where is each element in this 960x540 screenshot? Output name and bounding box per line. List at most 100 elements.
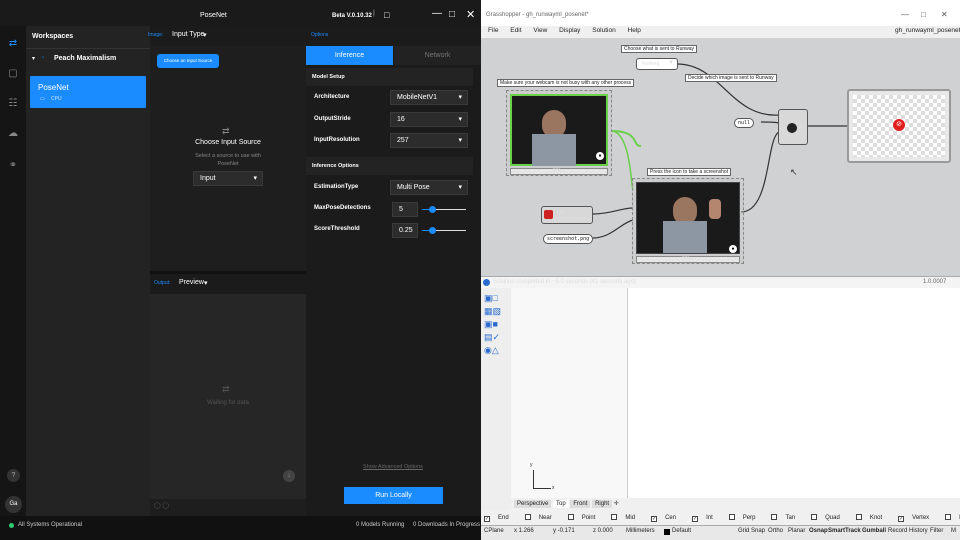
osnap-label: Int xyxy=(706,515,713,521)
menu-file[interactable]: File xyxy=(488,27,498,34)
network-icon[interactable]: ☷ xyxy=(0,98,26,109)
tab-perspective[interactable]: Perspective xyxy=(514,500,552,508)
osnap-int[interactable]: ✓ Int xyxy=(692,515,721,522)
tab-right[interactable]: Right xyxy=(592,500,613,508)
checkbox-icon[interactable] xyxy=(524,514,531,520)
image-viewer-node[interactable]: ⊘ xyxy=(847,89,951,163)
help-icon[interactable]: ? xyxy=(7,469,20,482)
maximize-icon[interactable]: □ xyxy=(449,9,455,20)
osnap-cen[interactable]: ✓ Cen xyxy=(651,515,684,522)
chevron-down-icon[interactable]: ▾ xyxy=(204,279,208,287)
osnap-end[interactable]: ✓ End xyxy=(484,515,517,522)
chevron-down-icon[interactable]: ▼ xyxy=(668,60,674,66)
checkbox-icon[interactable] xyxy=(771,514,778,520)
swap-icon[interactable]: ⇄ xyxy=(0,38,26,49)
settings-icon[interactable]: ◯ ◯ xyxy=(154,502,169,509)
osnap-perp[interactable]: Perp xyxy=(728,514,764,521)
filter-toggle[interactable]: Filter xyxy=(930,528,943,534)
maxpose-slider-handle[interactable] xyxy=(429,206,436,213)
osnap-knot[interactable]: Knot xyxy=(855,514,890,521)
osnap-quad[interactable]: Quad xyxy=(811,514,848,521)
osnap-toggle[interactable]: Osnap xyxy=(809,528,828,534)
more-toggle[interactable]: M xyxy=(951,528,956,534)
layer-name[interactable]: Default xyxy=(672,528,691,534)
download-icon[interactable]: ↓ xyxy=(283,470,295,482)
checkbox-icon[interactable]: ✓ xyxy=(898,516,905,522)
link-icon[interactable]: ⚭ xyxy=(0,160,26,171)
scorethreshold-label: ScoreThreshold xyxy=(314,226,360,232)
run-locally-button[interactable]: Run Locally xyxy=(344,487,443,504)
chevron-down-icon[interactable]: ▾ xyxy=(203,31,207,39)
checkbox-icon[interactable] xyxy=(945,514,952,520)
osnap-mid[interactable]: Mid xyxy=(611,514,643,521)
checkbox-icon[interactable]: ✓ xyxy=(484,516,490,522)
menu-edit[interactable]: Edit xyxy=(510,27,521,34)
osnap-tan[interactable]: Tan xyxy=(771,514,803,521)
checkbox-icon[interactable] xyxy=(567,514,574,520)
runway-component[interactable]: DSRI W xyxy=(778,109,808,145)
tool-icons[interactable]: ▣□ ▦▧ ▣■ ▤✓ ◉△ xyxy=(484,292,501,357)
minimize-icon[interactable]: — xyxy=(432,8,442,19)
ortho-toggle[interactable]: Ortho xyxy=(768,528,783,534)
screenshot-group[interactable]: ● 30fps xyxy=(632,178,744,264)
checkbox-icon[interactable] xyxy=(811,514,818,520)
architecture-select[interactable]: MobileNetV1 ▾ xyxy=(390,90,468,105)
cube-icon[interactable]: ▢ xyxy=(0,68,26,79)
gh-canvas[interactable]: Choose what is sent to Runway Nothing ▼ … xyxy=(481,38,960,276)
menu-solution[interactable]: Solution xyxy=(592,27,616,34)
camera-icon[interactable]: ● xyxy=(729,245,737,253)
maxposedetections-input[interactable]: 5 xyxy=(392,202,418,217)
osnap-vertex[interactable]: ✓ Vertex xyxy=(898,515,937,522)
scorethreshold-input[interactable]: 0.25 xyxy=(392,223,418,238)
cloud-upload-icon[interactable]: ☁ xyxy=(0,128,26,139)
model-card-posenet[interactable]: PoseNet ▭ CPU xyxy=(30,76,146,108)
osnap-near[interactable]: Near xyxy=(524,514,560,521)
checkbox-icon[interactable] xyxy=(728,514,735,520)
record-history-toggle[interactable]: Record History xyxy=(888,528,928,534)
menu-display[interactable]: Display xyxy=(559,27,580,34)
output-type-select[interactable]: Preview xyxy=(179,279,204,286)
workspace-name[interactable]: Peach Maximalism xyxy=(54,55,116,62)
webcam-group[interactable]: ● 20fps xyxy=(506,90,612,176)
camera-icon[interactable]: ● xyxy=(596,152,604,160)
inputresolution-select[interactable]: 257 ▾ xyxy=(390,133,468,148)
runway-window: PoseNet Beta V.0.10.32 | □ — □ ✕ ⇄ ▢ ☷ ☁… xyxy=(0,0,481,540)
screenshot-panel[interactable]: screenshot.png xyxy=(543,234,594,244)
maximize-icon[interactable]: □ xyxy=(921,10,926,19)
units: Millimeters xyxy=(626,528,655,534)
close-icon[interactable]: ✕ xyxy=(466,8,475,21)
estimationtype-select[interactable]: Multi Pose ▾ xyxy=(390,180,468,195)
null-panel[interactable]: null xyxy=(734,118,755,128)
gumball-toggle[interactable]: Gumball xyxy=(862,528,886,534)
input-type-select[interactable]: Input Type xyxy=(172,31,205,38)
tab-inference[interactable]: Inference xyxy=(306,46,393,65)
osnap-project[interactable]: Project xyxy=(945,514,960,521)
outputstride-select[interactable]: 16 ▾ xyxy=(390,112,468,127)
checkbox-icon[interactable] xyxy=(611,514,618,520)
expand-icon[interactable]: ▾ xyxy=(32,55,35,62)
osnap-point[interactable]: Point xyxy=(567,514,604,521)
file-path-node[interactable]: cat definitionfolder xyxy=(541,206,593,224)
tab-front[interactable]: Front xyxy=(570,500,591,508)
tab-top[interactable]: Top xyxy=(553,500,569,508)
add-viewport-icon[interactable]: ✛ xyxy=(614,501,619,507)
planar-toggle[interactable]: Planar xyxy=(788,528,805,534)
chevron-down-icon: ▾ xyxy=(458,116,462,123)
rhino-viewport[interactable] xyxy=(628,288,960,498)
input-source-select[interactable]: Input ▾ xyxy=(193,171,263,186)
smarttrack-toggle[interactable]: SmartTrack xyxy=(828,528,861,534)
value-list-node[interactable]: Nothing ▼ xyxy=(636,58,678,70)
menu-view[interactable]: View xyxy=(533,27,547,34)
show-advanced-link[interactable]: Show Advanced Options xyxy=(363,464,423,470)
checkbox-icon[interactable] xyxy=(855,514,862,520)
chat-icon[interactable]: □ xyxy=(384,10,389,20)
grid-snap-toggle[interactable]: Grid Snap xyxy=(738,528,765,534)
checkbox-icon[interactable]: ✓ xyxy=(692,516,699,522)
minimize-icon[interactable]: — xyxy=(901,10,909,19)
menu-help[interactable]: Help xyxy=(628,27,641,34)
avatar[interactable]: Ga xyxy=(5,496,22,513)
checkbox-icon[interactable]: ✓ xyxy=(651,516,658,522)
close-icon[interactable]: ✕ xyxy=(941,10,948,19)
tab-network[interactable]: Network xyxy=(394,46,481,65)
score-slider-handle[interactable] xyxy=(429,227,436,234)
